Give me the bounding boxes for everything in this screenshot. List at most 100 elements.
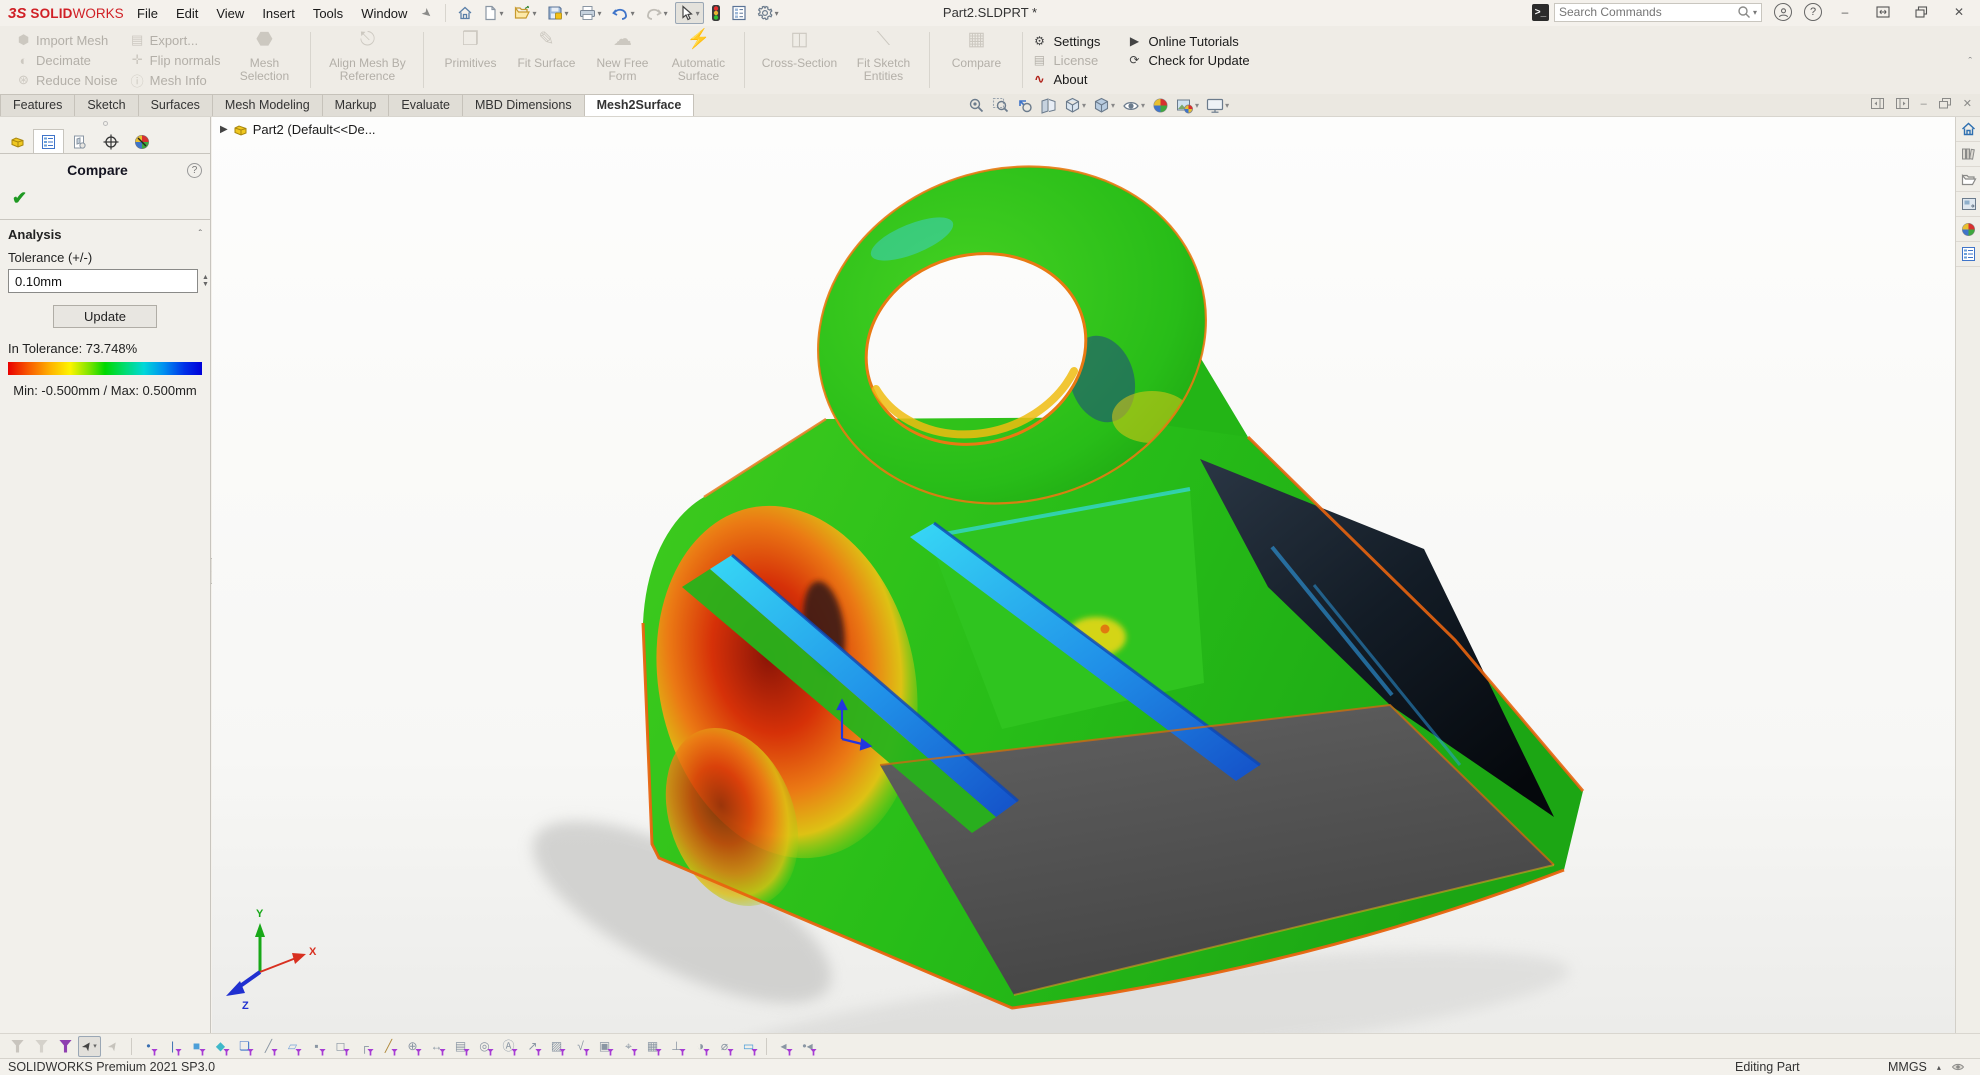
filter-surface-bodies[interactable]: ◆ [209,1036,232,1057]
filter-datums[interactable]: ▣ [593,1036,616,1057]
filter-axes[interactable]: ╱ [257,1036,280,1057]
section-view-icon[interactable] [1038,96,1059,115]
tab-sketch[interactable]: Sketch [74,94,139,116]
check-for-update-button[interactable]: ⟳ Check for Update [1126,53,1249,68]
about-button[interactable]: ∿ About [1031,72,1100,87]
search-icon[interactable] [1737,5,1751,19]
view-settings-icon[interactable]: ▾ [1204,97,1231,115]
view-orientation-icon[interactable]: ▾ [1062,96,1088,115]
filter-dimensions[interactable]: ↔ [425,1036,448,1057]
tree-expand-arrow[interactable]: ▶ [220,124,228,135]
select-button[interactable]: ▾ [674,2,704,24]
filter-sketch-segments[interactable]: ◻ [329,1036,352,1057]
close-button[interactable]: ✕ [1944,2,1974,22]
license-button[interactable]: ▤ License [1031,53,1100,68]
filter-center-marks[interactable]: ╱ [377,1036,400,1057]
select-all-filters[interactable] [54,1036,77,1057]
update-button[interactable]: Update [53,305,157,328]
tab-surfaces[interactable]: Surfaces [137,94,213,116]
zoom-to-fit-icon[interactable] [966,96,987,115]
help-button[interactable]: ? [1804,3,1822,21]
filter-midpoints[interactable]: ┌ [353,1036,376,1057]
tolerance-input[interactable] [8,269,198,293]
filter-weld-symbols[interactable]: ↗ [521,1036,544,1057]
undo-button[interactable]: ▾ [609,4,638,23]
filter-edges[interactable]: | [161,1036,184,1057]
menu-edit[interactable]: Edit [167,3,207,24]
tab-features[interactable]: Features [0,94,76,116]
filter-hatch[interactable]: ▨ [545,1036,568,1057]
mesh-info-button[interactable]: ⓘ Mesh Info [124,70,227,90]
model-3d[interactable]: Y X Z [212,117,1955,1033]
search-commands-box[interactable]: ▾ [1554,2,1762,22]
display-manager-tab[interactable] [126,129,157,153]
print-button[interactable]: ▾ [576,3,605,23]
account-icon[interactable] [1774,3,1792,21]
panel-help-icon[interactable]: ? [187,162,202,178]
dimxpert-manager-tab[interactable] [95,129,126,153]
hide-show-items-icon[interactable]: ▾ [1120,97,1147,115]
new-document-button[interactable]: ▾ [480,3,507,23]
fit-sketch-entities-button[interactable]: ⟍ Fit Sketch Entities [845,29,921,91]
pin-menu-icon[interactable]: ➤ [419,4,436,21]
filter-balloons[interactable]: Ⓐ [497,1036,520,1057]
filter-routing-points[interactable]: ⌀ [713,1036,736,1057]
collapse-chevron-icon[interactable]: ˆ [199,229,202,240]
lasso-select[interactable]: ➤ [102,1036,125,1057]
design-library-icon[interactable] [1956,142,1980,167]
automatic-surface-button[interactable]: ⚡ Automatic Surface [660,29,736,91]
appearances-icon[interactable] [1956,217,1980,242]
menu-tools[interactable]: Tools [304,3,352,24]
restore-button[interactable] [1906,2,1936,22]
menu-window[interactable]: Window [352,3,416,24]
compare-button[interactable]: ▦ Compare [938,29,1014,91]
filter-notes[interactable]: ◎ [473,1036,496,1057]
filter-cosmetic-threads[interactable]: ⊥ [665,1036,688,1057]
previous-view-icon[interactable] [1014,96,1035,115]
units-caret-icon[interactable]: ▴ [1937,1063,1941,1072]
options-gear-button[interactable]: ▾ [754,3,782,23]
redo-button[interactable]: ▾ [642,4,671,23]
apply-scene-icon[interactable]: ▾ [1174,97,1201,115]
save-button[interactable]: ▾ [544,3,572,23]
open-document-button[interactable]: ▾ [511,3,540,23]
viewport-restore-button[interactable] [1938,98,1951,109]
filter-keypoints[interactable]: ◂ [772,1036,795,1057]
zoom-to-area-icon[interactable] [990,96,1011,115]
analysis-section-header[interactable]: Analysis ˆ [0,220,210,244]
tab-markup[interactable]: Markup [321,94,390,116]
new-free-form-button[interactable]: ☁ New Free Form [584,29,660,91]
tab-mesh2surface[interactable]: Mesh2Surface [583,94,695,116]
feature-manager-tab[interactable] [2,129,33,153]
decimate-button[interactable]: ◐ Decimate [10,50,124,70]
menu-view[interactable]: View [207,3,253,24]
feature-tree-root[interactable]: Part2 (Default<<De... [253,122,376,137]
pane-right-button[interactable] [1895,98,1909,109]
feature-tree-flyout[interactable]: ▶ Part2 (Default<<De... [220,122,376,137]
display-style-icon[interactable]: ▾ [1091,96,1117,115]
export-button[interactable]: ▤ Export... [124,30,227,50]
pane-left-button[interactable] [1870,98,1884,109]
tab-mesh-modeling[interactable]: Mesh Modeling [211,94,323,116]
import-mesh-button[interactable]: ⬢ Import Mesh [10,30,124,50]
fit-surface-button[interactable]: ✎ Fit Surface [508,29,584,91]
filter-mate-keypoints[interactable]: •◂ [796,1036,819,1057]
filter-faces[interactable]: ■ [185,1036,208,1057]
filter-blocks[interactable]: ▦ [641,1036,664,1057]
select-tool[interactable]: ➤ ▾ [78,1035,101,1057]
tab-evaluate[interactable]: Evaluate [388,94,464,116]
panel-resize-grip[interactable] [0,117,210,129]
graphics-area[interactable]: Y X Z ▶ Part2 (Default<<De... [212,117,1955,1033]
flip-normals-button[interactable]: ✛ Flip normals [124,50,227,70]
configuration-manager-tab[interactable] [64,129,95,153]
tab-mbd-dimensions[interactable]: MBD Dimensions [462,94,585,116]
settings-button[interactable]: ⚙ Settings [1031,34,1100,49]
file-explorer-icon[interactable] [1956,167,1980,192]
property-manager-tab[interactable] [33,129,64,153]
search-commands-input[interactable] [1559,5,1737,19]
tolerance-spinner[interactable]: ▲ ▼ [202,269,209,293]
mesh-selection-button[interactable]: ⬣ Mesh Selection [226,29,302,91]
ok-check-button[interactable]: ✔ [0,178,210,213]
filter-origins[interactable]: ⊕ [401,1036,424,1057]
align-mesh-button[interactable]: ⎋ Align Mesh By Reference [319,29,415,91]
